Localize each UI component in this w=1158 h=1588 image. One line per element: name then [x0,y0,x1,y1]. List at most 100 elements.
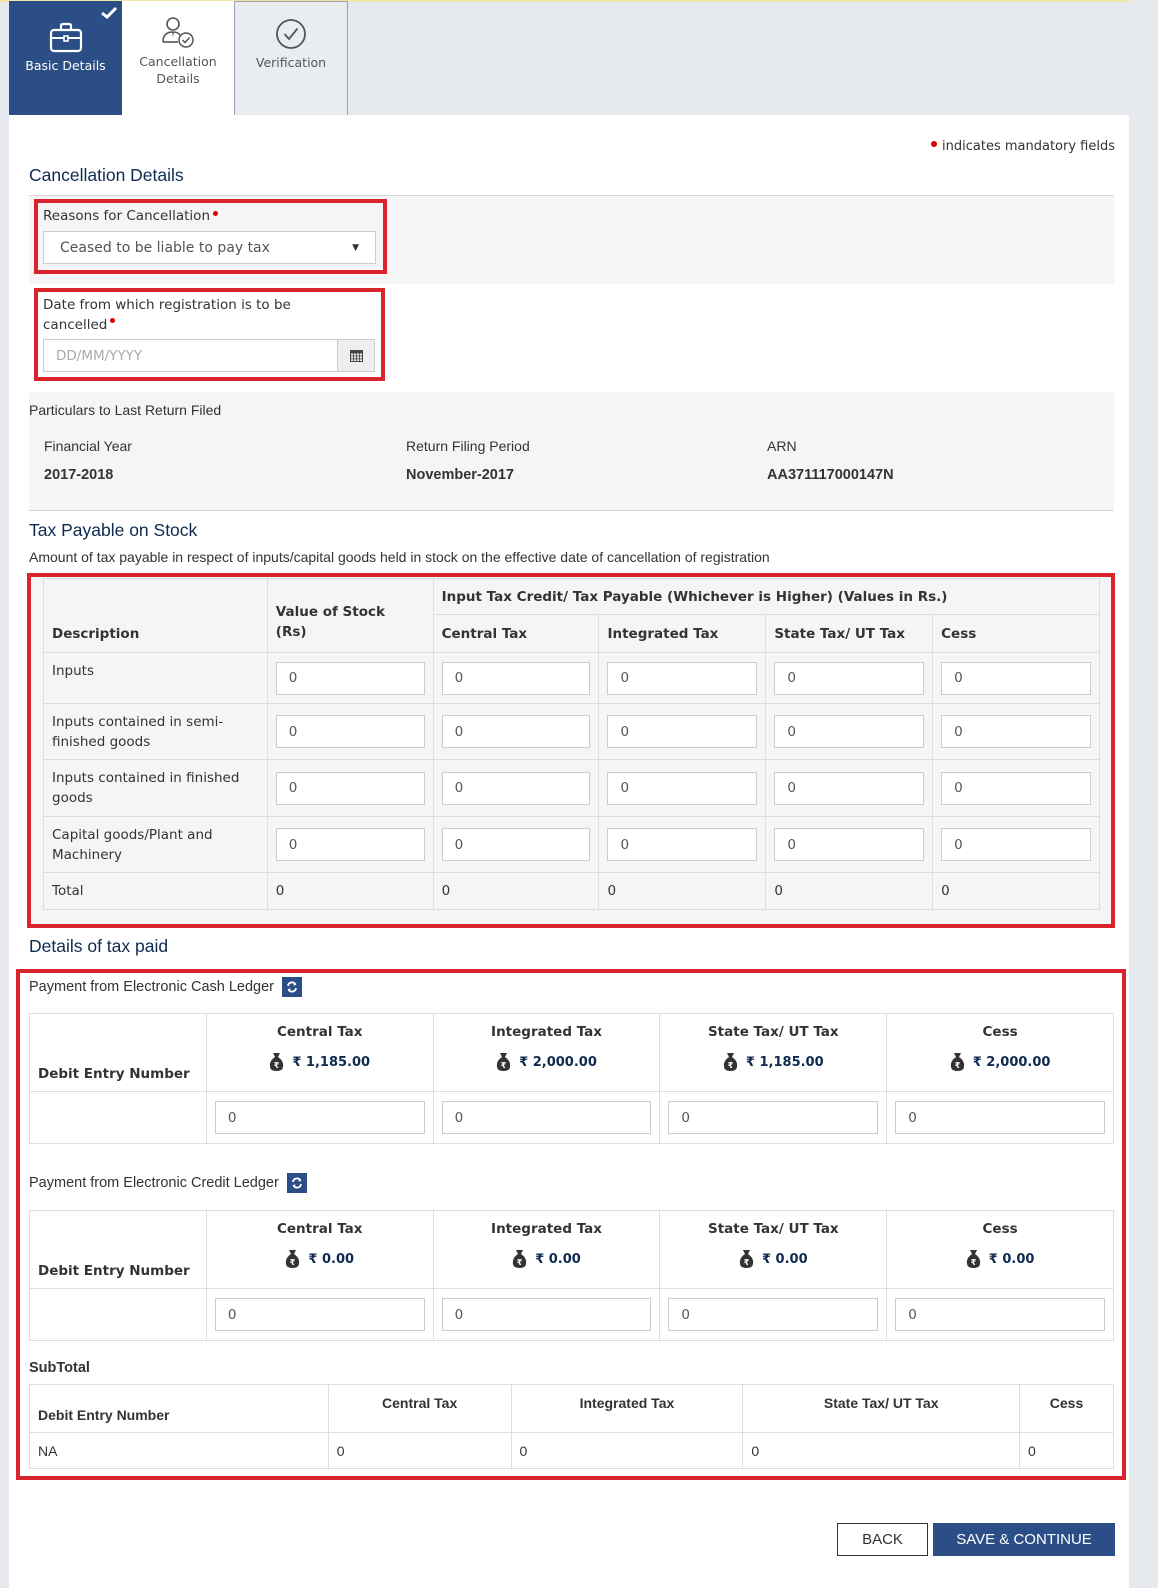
required-dot-icon [931,141,938,147]
form-panel: indicates mandatory fields Cancellation … [9,115,1129,1588]
financial-year-label: Financial Year [44,438,132,454]
central-tax-input[interactable] [441,828,591,861]
debit-entry-cell [29,1288,207,1341]
col-header-central-tax: Central Tax ₹ ₹ 1,185.00 [205,1013,434,1092]
back-button[interactable]: BACK [837,1523,928,1556]
date-input[interactable]: DD/MM/YYYY [44,340,337,371]
mandatory-note: indicates mandatory fields [931,139,1115,154]
col-header-integrated-tax: Integrated Tax ₹ ₹ 0.00 [432,1210,661,1289]
svg-text:₹: ₹ [517,1258,523,1267]
money-bag-icon: ₹ [739,1250,754,1268]
required-dot-icon [213,211,218,216]
balance: ₹ ₹ 1,185.00 [660,1052,886,1072]
stock-value-input[interactable] [275,715,425,748]
cess-input[interactable] [941,715,1091,748]
tab-label: Verification [255,55,327,70]
reason-select[interactable]: Ceased to be liable to pay tax ▼ [43,231,376,264]
stock-value-input[interactable] [275,771,425,805]
stock-value-input[interactable] [275,661,425,695]
credit-cess-input[interactable] [895,1298,1105,1331]
tab-cancellation-details[interactable]: Cancellation Details [122,1,235,115]
tab-verification[interactable]: Verification [235,1,348,115]
tab-label-line2: Details [156,71,200,86]
stock-table: Description Value of Stock (Rs) Input Tax… [43,578,1101,910]
integrated-tax-input[interactable] [607,715,758,748]
col-header-description: Description [43,578,268,653]
total-label: Total [43,872,268,910]
cess-input[interactable] [941,828,1091,861]
state-tax-input[interactable] [774,828,925,861]
subtotal-state-tax: 0 [742,1432,1021,1469]
balance: ₹ ₹ 0.00 [887,1249,1113,1269]
credit-integrated-tax-input[interactable] [441,1298,652,1331]
col-header-cess: Cess ₹ ₹ 2,000.00 [886,1013,1114,1092]
cancellation-date-field[interactable]: DD/MM/YYYY [43,339,375,372]
cess-input[interactable] [941,661,1091,695]
credit-ledger-label: Payment from Electronic Credit Ledger [29,1173,307,1193]
last-return-title: Particulars to Last Return Filed [29,402,222,418]
return-period-value: November-2017 [406,467,514,483]
svg-text:₹: ₹ [501,1061,507,1070]
refresh-cash-ledger-button[interactable] [282,977,303,997]
table-row: NA 0 0 0 0 [29,1432,1114,1469]
central-tax-input[interactable] [441,771,591,805]
tab-label-line1: Cancellation [139,54,217,69]
col-header-state-tax: State Tax/ UT Tax ₹ ₹ 0.00 [659,1210,888,1289]
subtotal-cess: 0 [1019,1432,1114,1469]
cash-ledger-label: Payment from Electronic Cash Ledger [29,977,303,997]
briefcase-icon [49,22,82,53]
state-tax-input[interactable] [774,771,925,805]
completed-check-icon [101,6,117,19]
stock-value-input[interactable] [275,828,425,861]
wizard-tabs: Basic Details Cancellation Details Verif… [9,1,348,115]
refresh-credit-ledger-button[interactable] [286,1173,307,1193]
col-header-central-tax: Central Tax ₹ ₹ 0.00 [205,1210,434,1289]
circle-check-icon [276,19,306,49]
table-row: Inputs [43,652,1100,704]
table-row [29,1288,1114,1341]
calendar-icon [349,350,363,362]
section-title-stock: Tax Payable on Stock [29,520,198,540]
svg-text:₹: ₹ [970,1258,976,1267]
cash-state-tax-input[interactable] [668,1101,879,1134]
money-bag-icon: ₹ [950,1053,964,1071]
col-header-value-of-stock: Value of Stock (Rs) [266,578,434,653]
central-tax-input[interactable] [441,661,591,695]
svg-text:₹: ₹ [954,1061,960,1070]
state-tax-input[interactable] [774,661,925,695]
cash-central-tax-input[interactable] [214,1101,425,1134]
credit-state-tax-input[interactable] [668,1298,879,1331]
col-header-integrated-tax: Integrated Tax ₹ ₹ 2,000.00 [432,1013,661,1092]
user-check-icon [162,17,194,48]
col-header-cess: Cess [1019,1384,1114,1433]
cess-input[interactable] [941,771,1091,805]
central-tax-input[interactable] [441,715,591,748]
row-description: Inputs contained in finished goods [43,759,268,817]
balance: ₹ ₹ 0.00 [434,1249,660,1269]
integrated-tax-input[interactable] [607,828,758,861]
integrated-tax-input[interactable] [607,771,758,805]
svg-text:₹: ₹ [290,1258,296,1267]
calendar-button[interactable] [337,340,374,371]
money-bag-icon: ₹ [723,1053,738,1071]
cash-ledger-table: Debit Entry Number Central Tax ₹ ₹ 1,185.0… [29,1013,1114,1144]
col-header-group: Input Tax Credit/ Tax Payable (Whichever… [432,578,1101,615]
col-header-integrated-tax: Integrated Tax [598,614,767,653]
svg-text:₹: ₹ [744,1258,750,1267]
credit-central-tax-input[interactable] [214,1298,425,1331]
row-description: Inputs [43,652,268,704]
state-tax-input[interactable] [774,715,925,748]
row-description: Inputs contained in semi-finished goods [43,703,268,760]
tab-basic-details[interactable]: Basic Details [9,1,122,115]
cash-cess-input[interactable] [895,1101,1105,1134]
save-continue-button[interactable]: SAVE & CONTINUE [933,1523,1115,1556]
cash-integrated-tax-input[interactable] [441,1101,652,1134]
col-header-state-tax: State Tax/ UT Tax [742,1384,1021,1433]
money-bag-icon: ₹ [966,1250,980,1268]
return-period-label: Return Filing Period [406,438,530,454]
integrated-tax-input[interactable] [607,661,758,695]
total-state-tax: 0 [765,872,934,910]
col-header-cess: Cess [932,614,1100,653]
money-bag-icon: ₹ [513,1250,527,1268]
total-row: Total 0 0 0 0 0 [43,872,1100,910]
